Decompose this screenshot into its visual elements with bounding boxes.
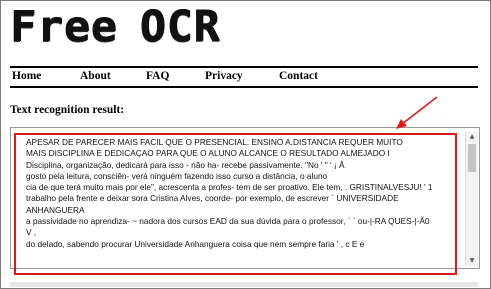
annotation-arrow-icon: [396, 96, 438, 129]
bottom-scroll-area: [10, 282, 478, 287]
